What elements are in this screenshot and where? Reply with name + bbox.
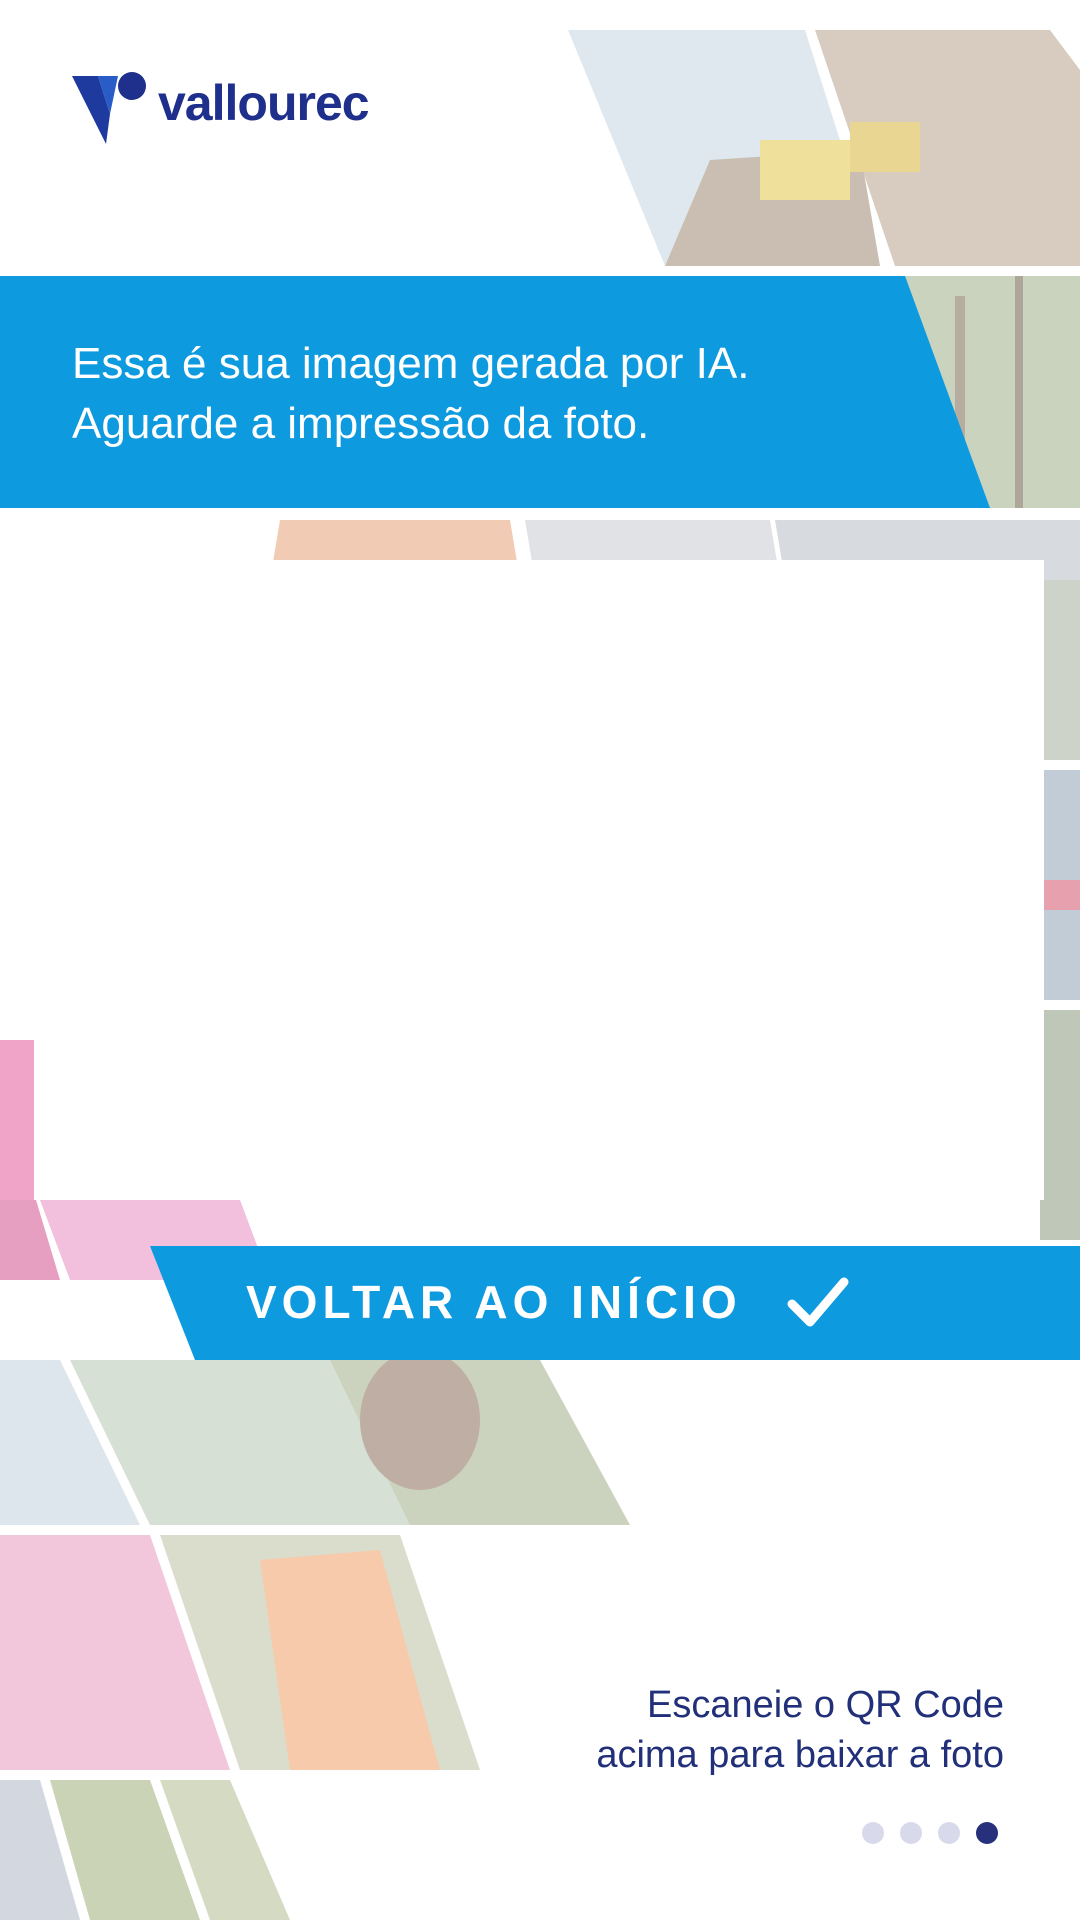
check-icon	[787, 1277, 849, 1327]
headline: Essa é sua imagem gerada por IA. Aguarde…	[72, 334, 952, 454]
bg-photo-solar	[0, 1780, 300, 1920]
bg-photo-bulldozer	[560, 30, 1080, 266]
bg-photo-industrial-right	[1040, 580, 1080, 1240]
back-to-start-label: VOLTAR AO INÍCIO	[246, 1276, 742, 1328]
headline-line-2: Aguarde a impressão da foto.	[72, 399, 650, 448]
headline-line-1: Essa é sua imagem gerada por IA.	[72, 339, 750, 388]
bg-photo-worker	[0, 1360, 640, 1780]
pagination-dot-2	[900, 1822, 922, 1844]
generated-photo-frame	[34, 560, 1044, 1200]
qr-hint-line-1: Escaneie o QR Code	[647, 1684, 1004, 1726]
pagination-dot-4-active	[976, 1822, 998, 1844]
qr-hint-line-2: acima para baixar a foto	[596, 1734, 1004, 1776]
pagination-dot-3	[938, 1822, 960, 1844]
qr-code-hint: Escaneie o QR Code acima para baixar a f…	[596, 1680, 1004, 1780]
vallourec-logo-mark	[72, 72, 146, 144]
vallourec-logo: vallourec	[72, 72, 392, 152]
pagination-dots	[862, 1822, 998, 1846]
pagination-dot-1	[862, 1822, 884, 1844]
brand-name: vallourec	[158, 75, 370, 131]
